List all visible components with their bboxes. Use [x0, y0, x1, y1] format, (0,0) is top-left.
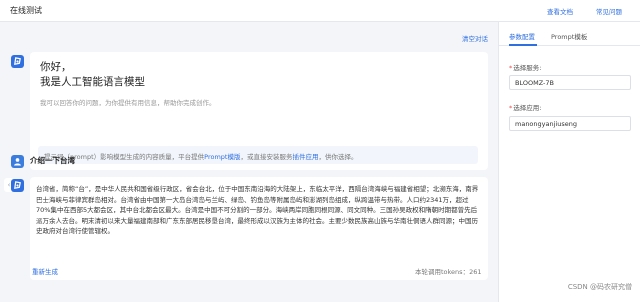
- plugin-app-link[interactable]: 插件应用: [292, 153, 318, 161]
- config-panel: 参数配置 Prompt模板 *选择服务: BLOOMZ-7B *选择应用: ma…: [498, 22, 640, 302]
- user-message: 介绍一下台湾: [30, 156, 75, 165]
- prompt-tip: 提示词（prompt）影响模型生成的内容质量，平台提供Prompt模版，或直接安…: [38, 146, 478, 164]
- regenerate-button[interactable]: 重新生成: [32, 266, 58, 276]
- page-title: 在线测试: [10, 6, 42, 15]
- app-label: *选择应用:: [509, 102, 541, 112]
- watermark: CSDN @码农研究僧: [567, 283, 632, 291]
- required-mark-2: *: [509, 104, 513, 112]
- user-avatar-icon: [11, 155, 24, 168]
- docs-link[interactable]: 查看文档: [547, 6, 573, 16]
- app-select[interactable]: manongyanjiuseng: [509, 116, 631, 131]
- top-bar: 在线测试 查看文档 常见问题: [0, 0, 640, 22]
- clear-conversation-button[interactable]: 清空对话: [462, 33, 488, 43]
- chat-area: 清空对话 你好， 我是人工智能语言模型 我可以回答你的问题，为你提供有用信息，帮…: [0, 22, 498, 302]
- required-mark: *: [509, 64, 513, 72]
- user-icon: [14, 158, 21, 166]
- ernie-logo-icon: [14, 57, 21, 65]
- bot-avatar-icon: [11, 55, 24, 68]
- bot-reply-text: 台湾省，简称“台”，是中华人民共和国省级行政区，省会台北，位于中国东南沿海的大陆…: [36, 185, 479, 235]
- faq-link[interactable]: 常见问题: [596, 6, 622, 16]
- bot-reply-card: 台湾省，简称“台”，是中华人民共和国省级行政区，省会台北，位于中国东南沿海的大陆…: [30, 177, 488, 280]
- tip-suffix: ，供你选择。: [318, 153, 358, 161]
- app-label-text: 选择应用:: [513, 104, 542, 112]
- service-select[interactable]: BLOOMZ-7B: [509, 75, 631, 90]
- panel-tabs: 参数配置 Prompt模板: [499, 22, 640, 46]
- welcome-subtitle: 我可以回答你的问题，为你提供有用信息，帮助你完成创作。: [40, 99, 216, 107]
- tokens-count: 本轮调用tokens：261: [415, 268, 482, 276]
- service-label-text: 选择服务:: [513, 64, 542, 72]
- bot-avatar-icon-2: [11, 179, 24, 192]
- ernie-logo-icon: [14, 181, 21, 189]
- greeting-line-1: 你好，: [40, 61, 72, 73]
- tab-prompt-template[interactable]: Prompt模板: [551, 31, 587, 41]
- welcome-card: 你好， 我是人工智能语言模型 我可以回答你的问题，为你提供有用信息，帮助你完成创…: [30, 52, 488, 170]
- tip-middle: ，或直接安装服务: [240, 153, 293, 161]
- prompt-template-link[interactable]: Prompt模版: [204, 153, 240, 161]
- greeting-line-2: 我是人工智能语言模型: [40, 76, 145, 88]
- service-label: *选择服务:: [509, 62, 541, 72]
- active-tab-indicator: [509, 44, 537, 46]
- tab-param-config[interactable]: 参数配置: [509, 31, 535, 41]
